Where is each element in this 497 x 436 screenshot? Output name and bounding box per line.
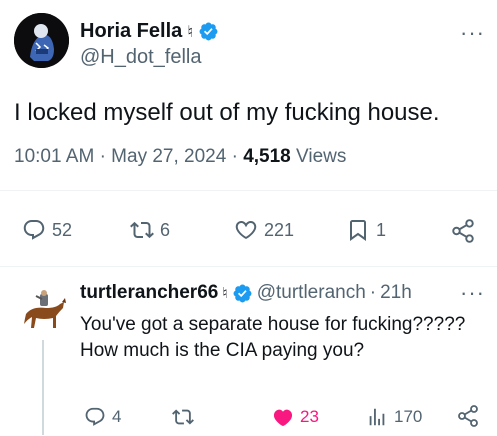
thread-line (42, 340, 44, 435)
share-icon (452, 219, 474, 243)
retweet-count: 6 (160, 219, 171, 240)
verified-badge-icon (199, 22, 218, 41)
author-flag-badge: ♮ (187, 23, 193, 41)
reply-like-button[interactable]: 23 (272, 406, 319, 428)
reply-count: 52 (52, 219, 73, 240)
bookmark-icon (350, 220, 366, 241)
reply-views-count: 170 (394, 407, 423, 426)
author-name-row: Horia Fella ♮ (80, 20, 219, 43)
retweet-button[interactable]: 6 (130, 218, 170, 242)
reply-author-avatar[interactable] (16, 290, 70, 334)
author-avatar[interactable] (14, 13, 69, 68)
reply-icon (85, 407, 105, 426)
views-count: 4,518 (243, 146, 291, 167)
tweet-time[interactable]: 10:01 AM (14, 146, 94, 167)
views-label: Views (296, 146, 347, 167)
reply-text: You've got a separate house for fucking?… (80, 314, 466, 361)
reply-reply-button[interactable]: 4 (84, 406, 121, 428)
tweet-date[interactable]: May 27, 2024 (111, 146, 226, 167)
reply-more-button[interactable]: ··· (460, 280, 485, 306)
retweet-icon (172, 409, 194, 425)
analytics-icon (369, 408, 385, 426)
divider (0, 190, 497, 191)
tweet-text: I locked myself out of my fucking house. (14, 99, 440, 126)
reply-like-count: 23 (300, 407, 319, 426)
like-count: 221 (264, 219, 295, 240)
avatar-image (14, 13, 69, 68)
author-name[interactable]: Horia Fella (80, 20, 182, 43)
share-icon (458, 405, 478, 427)
retweet-icon (130, 221, 154, 239)
reply-reply-count: 4 (112, 407, 122, 426)
bookmark-count: 1 (376, 219, 387, 240)
verified-badge-icon (233, 284, 252, 302)
reply-age[interactable]: 21h (380, 282, 412, 304)
meta-separator: · (99, 146, 112, 167)
bookmark-button[interactable]: 1 (346, 218, 386, 242)
tweet-meta: 10:01 AM · May 27, 2024 · 4,518 Views (14, 146, 346, 168)
reply-share-button[interactable] (456, 404, 480, 428)
author-handle[interactable]: @H_dot_fella (80, 46, 201, 69)
tweet-more-button[interactable]: ··· (460, 20, 485, 46)
heart-filled-icon (273, 409, 293, 427)
horse-rider-image (24, 290, 66, 328)
reply-header: turtlerancher66 ♮ @turtleranch · 21h (80, 282, 450, 304)
reply-author-name[interactable]: turtlerancher66 (80, 282, 218, 304)
heart-icon (235, 221, 257, 239)
reply-retweet-button[interactable] (172, 406, 200, 428)
reply-author-handle[interactable]: @turtleranch (257, 282, 366, 304)
reply-views-button[interactable]: 170 (366, 406, 422, 428)
divider (0, 266, 497, 267)
share-button[interactable] (450, 218, 476, 244)
reply-button[interactable]: 52 (22, 218, 72, 242)
like-button[interactable]: 221 (234, 218, 294, 242)
meta-separator: · (369, 282, 377, 303)
meta-separator: · (231, 146, 244, 167)
reply-icon (23, 220, 45, 240)
reply-author-flag-badge: ♮ (222, 285, 228, 302)
